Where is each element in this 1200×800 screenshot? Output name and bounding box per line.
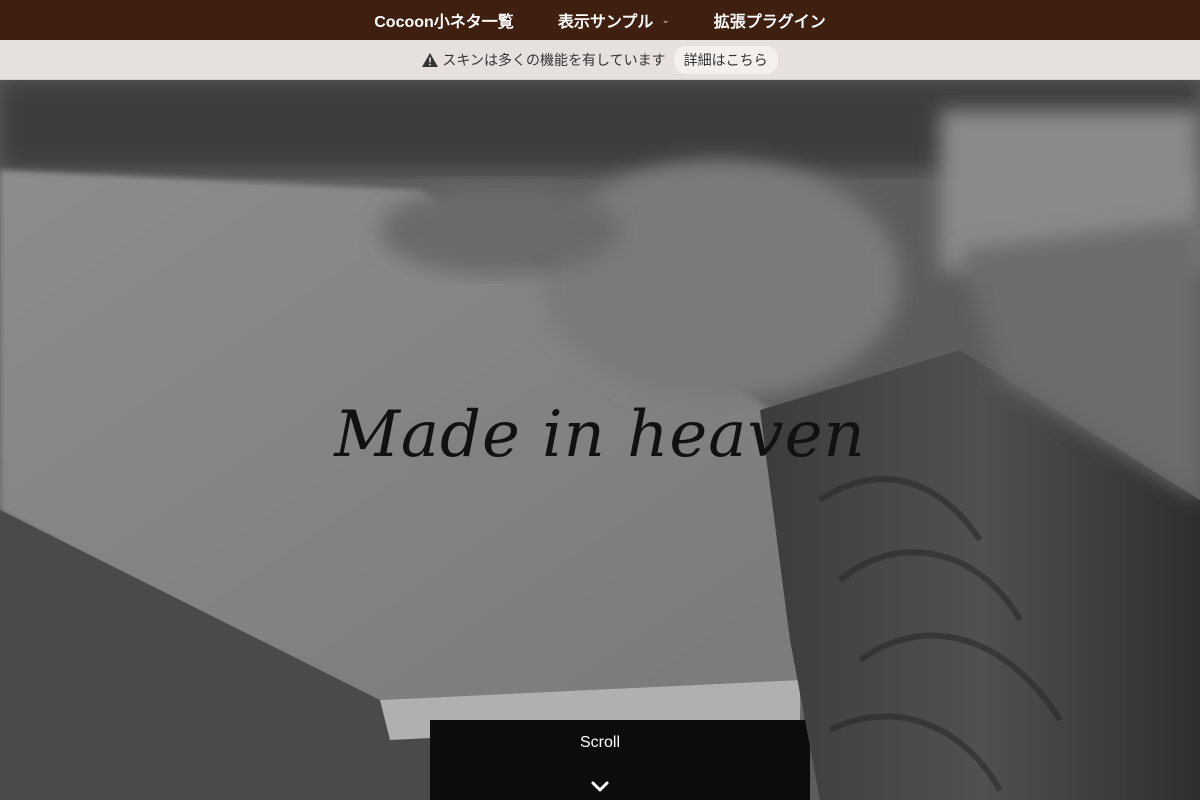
top-navigation: Cocoon小ネタ一覧 表示サンプル ⌄ 拡張プラグイン xyxy=(0,0,1200,40)
nav-item-label: 表示サンプル xyxy=(557,14,654,31)
hero-title: Made in heaven xyxy=(334,398,866,472)
nav-item-extension-plugins[interactable]: 拡張プラグイン xyxy=(714,8,826,32)
chevron-down-icon: ⌄ xyxy=(661,14,670,26)
scroll-label[interactable]: Scroll xyxy=(0,734,1200,752)
warning-icon xyxy=(422,52,439,67)
nav-item-display-samples[interactable]: 表示サンプル ⌄ xyxy=(558,8,670,32)
hero-section: Made in heaven Scroll xyxy=(0,80,1200,800)
nav-item-label: 拡張プラグイン xyxy=(713,14,826,31)
notice-message: スキンは多くの機能を有しています xyxy=(442,51,666,68)
details-button[interactable]: 詳細はこちら xyxy=(673,45,778,74)
notice-bar: スキンは多くの機能を有しています 詳細はこちら xyxy=(0,40,1200,80)
nav-item-label: Cocoon小ネタ一覧 xyxy=(374,14,514,31)
nav-item-cocoon-tips[interactable]: Cocoon小ネタ一覧 xyxy=(374,8,514,32)
chevron-down-icon[interactable] xyxy=(590,780,610,794)
